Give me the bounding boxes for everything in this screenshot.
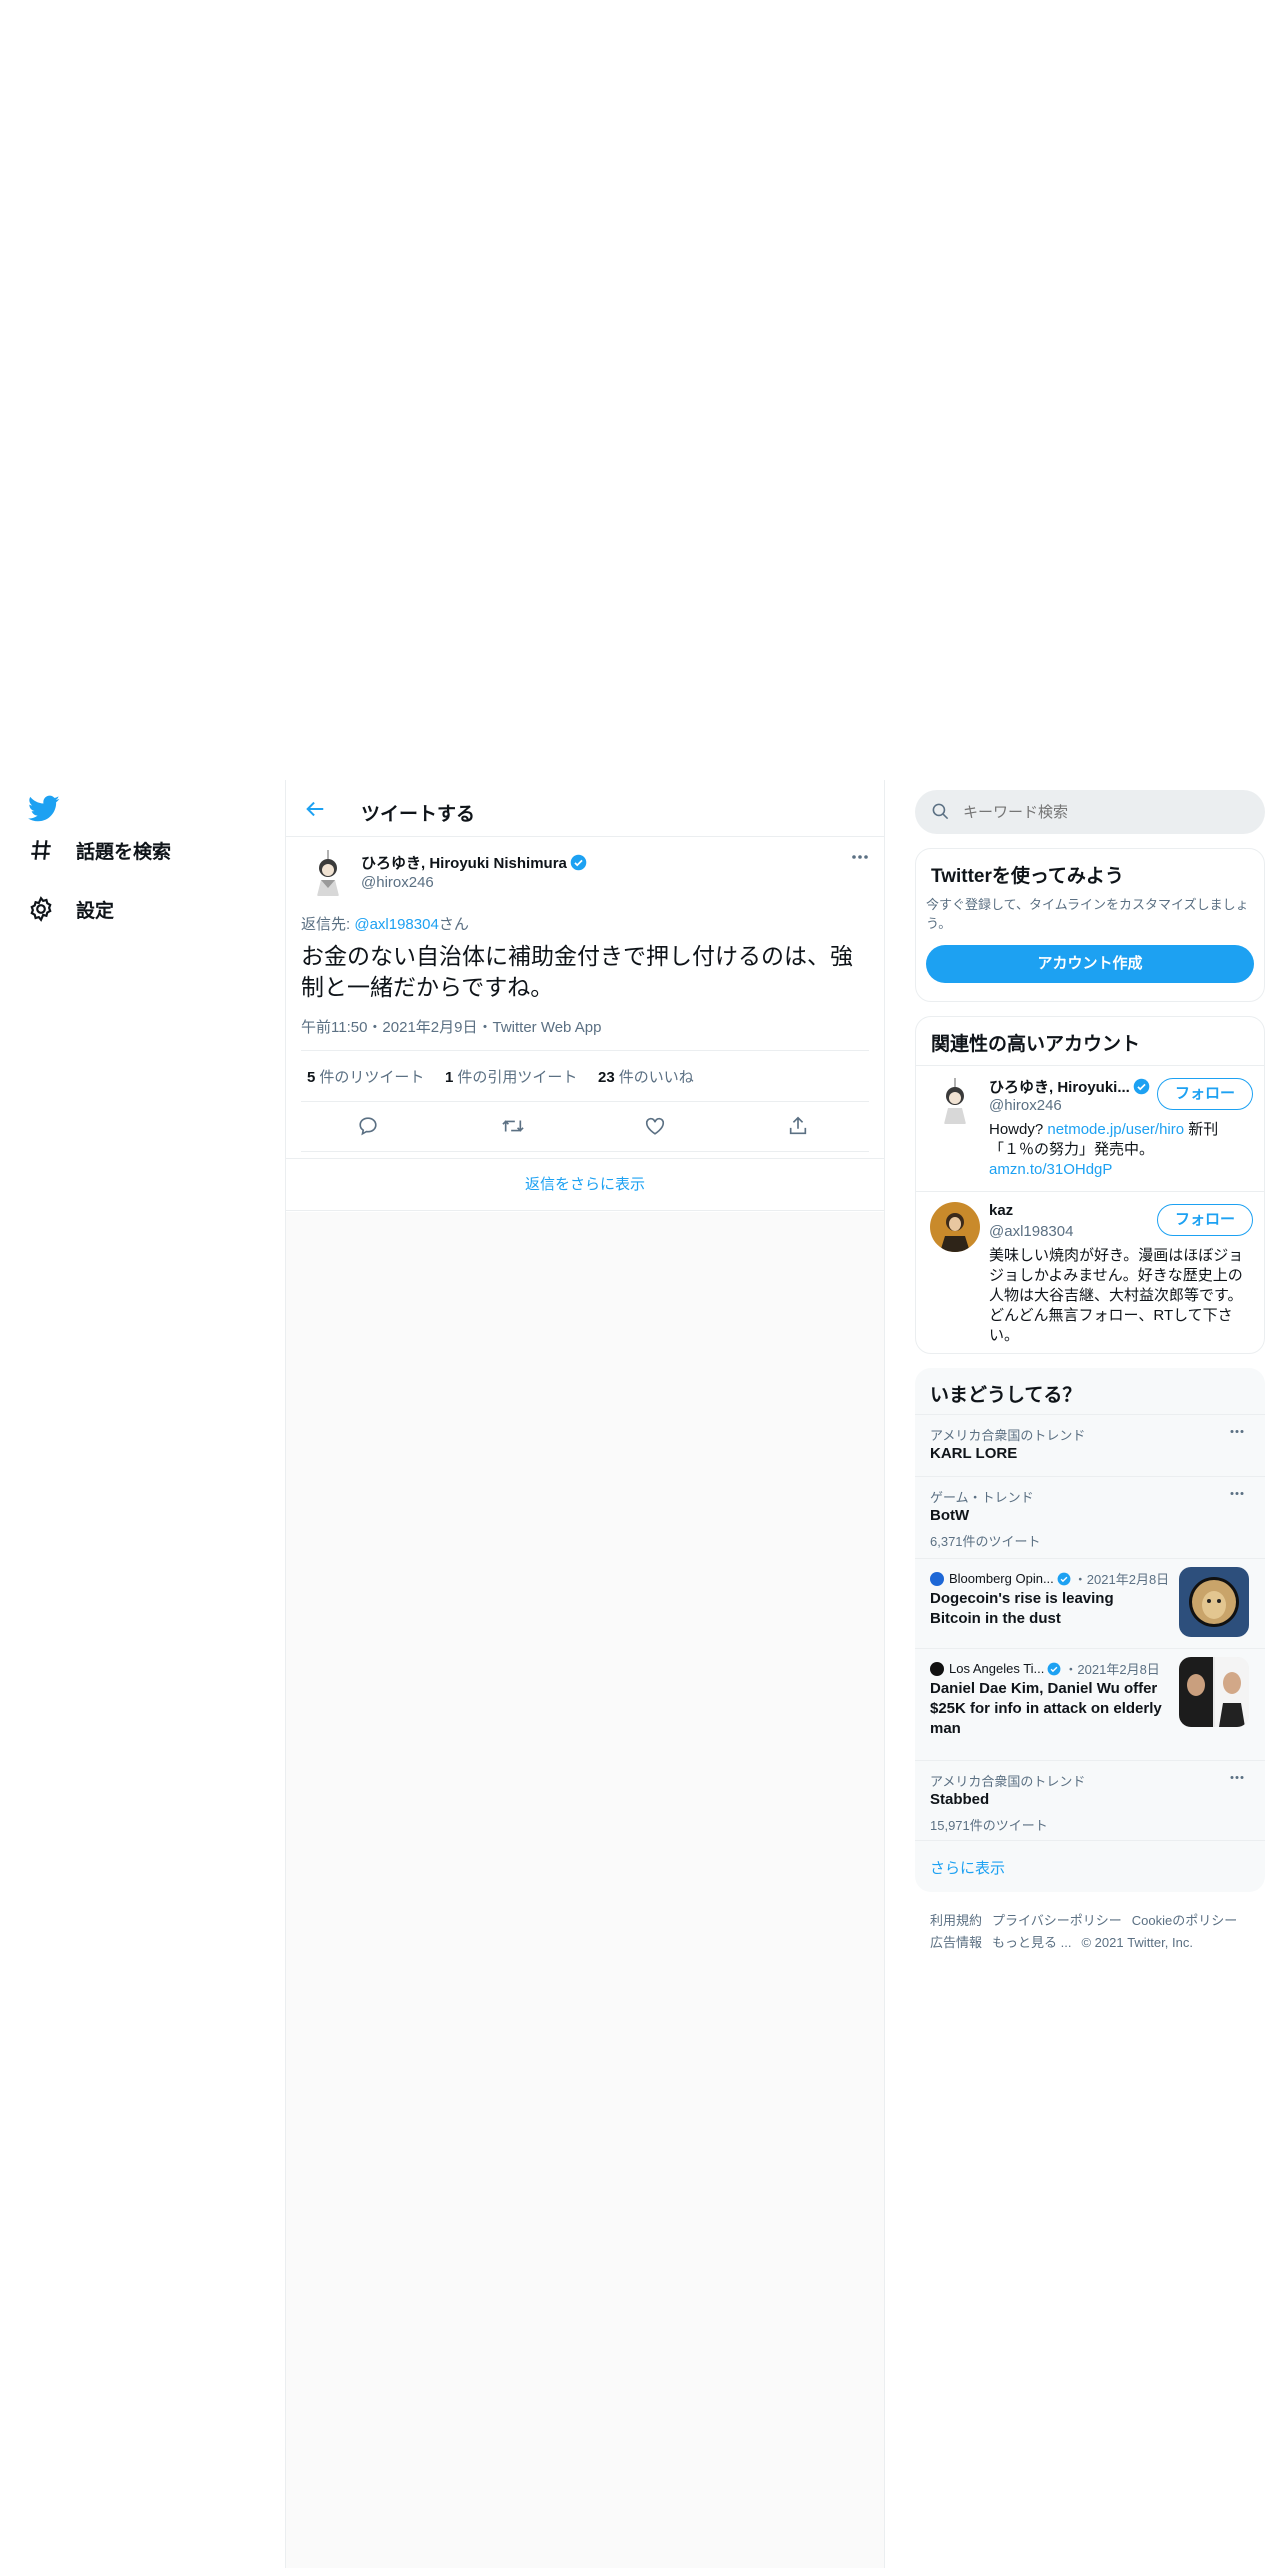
twitter-logo-icon[interactable] [28, 795, 60, 823]
share-icon[interactable] [787, 1115, 809, 1137]
verified-badge-icon [1057, 1572, 1071, 1586]
account-name: ひろゆき, Hiroyuki... [989, 1076, 1150, 1097]
bio-link[interactable]: netmode.jp/user/hiro [1047, 1121, 1184, 1138]
account-bio: Howdy? netmode.jp/user/hiro 新刊「１％の努力」発売中… [989, 1121, 1219, 1178]
author-avatar[interactable] [303, 848, 353, 898]
trend-name: BotW [930, 1507, 970, 1524]
verified-badge-icon [570, 854, 587, 871]
footer-link[interactable]: 利用規約 [930, 1913, 982, 1928]
trend-name: Stabbed [930, 1791, 990, 1808]
news-thumbnail [1179, 1567, 1249, 1637]
show-more-replies-button[interactable]: 返信をさらに表示 [286, 1158, 884, 1211]
search-input[interactable] [963, 790, 1253, 834]
verified-badge-icon [1133, 1078, 1150, 1095]
news-headline: Dogecoin's rise is leaving Bitcoin in th… [930, 1590, 1114, 1627]
trend-item[interactable]: アメリカ合衆国のトレンド Stabbed 15,971件のツイート [915, 1760, 1265, 1840]
gear-icon [28, 896, 54, 922]
trend-tweet-count: 15,971件のツイート [930, 1818, 1048, 1833]
like-heart-icon[interactable] [644, 1115, 666, 1137]
more-options-icon[interactable] [1229, 1491, 1245, 1496]
hashtag-icon [28, 837, 54, 863]
retweet-count[interactable]: 5 件のリツイート [307, 1066, 424, 1087]
trends-card: いまどうしてる？ アメリカ合衆国のトレンド KARL LORE ゲーム・トレンド… [915, 1368, 1265, 1892]
tweet-detail: ツイートする ひろゆき, Hiroyuki Nishimura @hirox24… [286, 780, 884, 1212]
account-avatar[interactable] [930, 1076, 980, 1126]
more-options-icon[interactable] [1229, 1775, 1245, 1780]
copyright: © 2021 Twitter, Inc. [1081, 1935, 1193, 1950]
reply-icon[interactable] [357, 1115, 379, 1137]
search-bar[interactable] [915, 790, 1265, 834]
footer-link[interactable]: プライバシーポリシー [992, 1913, 1122, 1928]
account-avatar[interactable] [930, 1202, 980, 1252]
footer-link[interactable]: 広告情報 [930, 1935, 982, 1950]
page-title: ツイートする [361, 804, 476, 825]
quote-tweet-count[interactable]: 1 件の引用ツイート [445, 1066, 577, 1087]
news-item[interactable]: Bloomberg Opin... ・ 2021年2月8日 Dogecoin's … [915, 1558, 1265, 1648]
account-item[interactable]: kaz @axl198304 フォロー 美味しい焼肉が好き。漫画はほぼジョジョし… [916, 1191, 1264, 1353]
retweet-icon[interactable] [501, 1115, 525, 1137]
signup-description: 今すぐ登録して、タイムラインをカスタマイズしましょう。 [926, 897, 1249, 931]
more-options-icon[interactable] [1229, 1429, 1245, 1434]
page-header: ツイートする [286, 780, 884, 837]
signup-title: Twitterを使ってみよう [931, 866, 1124, 887]
tweet-actions [301, 1102, 869, 1152]
back-arrow-icon[interactable] [304, 798, 326, 820]
nav-settings[interactable]: 設定 [28, 889, 114, 929]
footer-link[interactable]: Cookieのポリシー [1132, 1913, 1237, 1928]
main-column: ツイートする ひろゆき, Hiroyuki Nishimura @hirox24… [285, 780, 885, 2568]
source-logo-icon [930, 1661, 944, 1676]
news-headline: Daniel Dae Kim, Daniel Wu offer $25K for… [930, 1680, 1162, 1737]
footer: 利用規約 プライバシーポリシー Cookieのポリシー 広告情報 もっと見る ... ©… [930, 1910, 1260, 1954]
account-bio: 美味しい焼肉が好き。漫画はほぼジョジョしかよみません。好きな歴史上の人物は大谷吉… [989, 1247, 1244, 1344]
news-source: Bloomberg Opin... ・ 2021年2月8日 [930, 1569, 1169, 1588]
author-name[interactable]: ひろゆき, Hiroyuki Nishimura [361, 852, 587, 873]
signup-card: Twitterを使ってみよう 今すぐ登録して、タイムラインをカスタマイズしましょ… [915, 848, 1265, 1002]
account-name: kaz [989, 1202, 1014, 1219]
nav-explore[interactable]: 話題を検索 [28, 830, 171, 870]
account-item[interactable]: ひろゆき, Hiroyuki... @hirox246 フォロー Howdy? … [916, 1065, 1264, 1191]
trend-context: ゲーム・トレンド [930, 1490, 1034, 1505]
trend-context: アメリカ合衆国のトレンド [930, 1774, 1086, 1789]
follow-button[interactable]: フォロー [1157, 1204, 1253, 1236]
trends-title: いまどうしてる？ [930, 1385, 1082, 1406]
verified-badge-icon [1047, 1662, 1061, 1676]
footer-link[interactable]: もっと見る ... [992, 1935, 1071, 1950]
nav-explore-label: 話題を検索 [76, 841, 172, 863]
search-icon [931, 802, 950, 821]
like-count[interactable]: 23 件のいいね [598, 1066, 694, 1087]
bio-link[interactable]: amzn.to/31OHdgP [989, 1161, 1112, 1178]
news-source: Los Angeles Ti... ・ 2021年2月8日 [930, 1659, 1160, 1678]
tweet-text: お金のない自治体に補助金付きで押し付けるのは、強制と一緒だからですね。 [301, 943, 853, 1000]
create-account-button[interactable]: アカウント作成 [926, 945, 1254, 983]
tweet-timestamp[interactable]: 午前11:50・2021年2月9日・Twitter Web App [301, 1016, 601, 1037]
news-item[interactable]: Los Angeles Ti... ・ 2021年2月8日 Daniel Dae … [915, 1648, 1265, 1760]
account-handle: @axl198304 [989, 1223, 1074, 1240]
trend-item[interactable]: ゲーム・トレンド BotW 6,371件のツイート [915, 1476, 1265, 1558]
trend-tweet-count: 6,371件のツイート [930, 1534, 1041, 1549]
tweet-stats: 5 件のリツイート 1 件の引用ツイート 23 件のいいね [301, 1050, 869, 1102]
trend-context: アメリカ合衆国のトレンド [930, 1428, 1086, 1443]
source-logo-icon [930, 1571, 944, 1586]
reply-to-line: 返信先: @axl198304さん [301, 916, 469, 933]
nav-settings-label: 設定 [76, 900, 115, 922]
follow-button[interactable]: フォロー [1157, 1078, 1253, 1110]
show-more-link[interactable]: さらに表示 [930, 1857, 1005, 1878]
trend-item[interactable]: アメリカ合衆国のトレンド KARL LORE [915, 1414, 1265, 1476]
related-accounts-title: 関連性の高いアカウント [931, 1034, 1141, 1055]
reply-to-handle-link[interactable]: @axl198304 [354, 916, 438, 933]
show-more-row[interactable]: さらに表示 [915, 1840, 1265, 1892]
author-handle[interactable]: @hirox246 [361, 874, 434, 891]
account-handle: @hirox246 [989, 1097, 1062, 1114]
more-options-icon[interactable] [851, 854, 869, 860]
related-accounts-card: 関連性の高いアカウント ひろゆき, Hiroyuki... @hirox246 … [915, 1016, 1265, 1354]
trend-name: KARL LORE [930, 1445, 1018, 1462]
news-thumbnail [1179, 1657, 1249, 1727]
